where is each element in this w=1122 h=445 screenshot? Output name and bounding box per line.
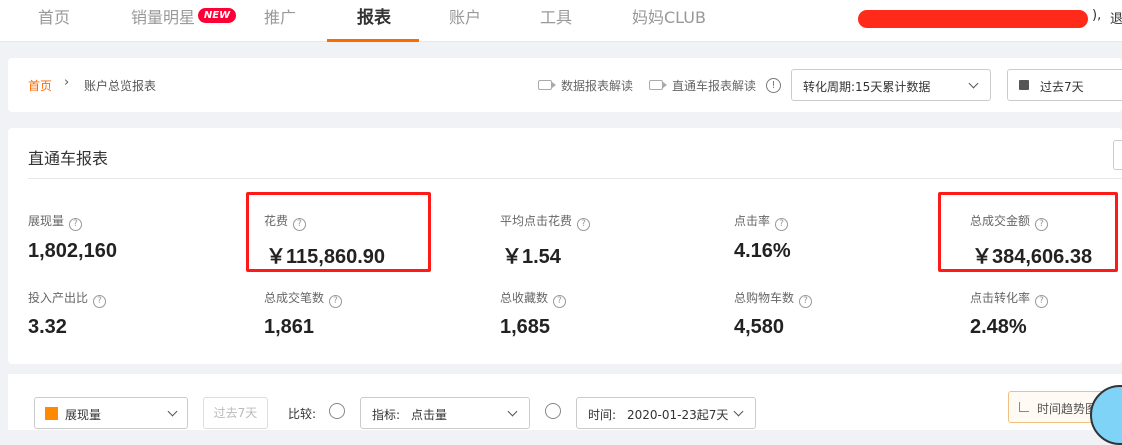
metric-value-click-conversion: 2.48% [970, 316, 1027, 338]
chevron-down-icon [733, 406, 744, 417]
divider [28, 178, 1122, 179]
nav-item-tools[interactable]: 工具 [540, 0, 572, 42]
conversion-period-select[interactable]: 转化周期:15天累计数据 [791, 69, 991, 101]
chart-controls: 展现量 过去7天 比较: 指标: 点击量 时间: 2020-01-23起7天 时… [8, 374, 1122, 430]
ztc-report-guide-link[interactable]: 直通车报表解读 [672, 77, 756, 94]
metric-select-value: 展现量 [65, 408, 102, 422]
metric-value-ctr: 4.16% [734, 240, 791, 262]
video-icon [649, 80, 667, 90]
help-icon[interactable]: ? [69, 218, 83, 231]
help-icon[interactable]: ? [775, 218, 789, 231]
new-badge: NEW [198, 8, 236, 23]
metric-label-favorites: 总收藏数? [500, 289, 567, 308]
date-range-select[interactable]: 过去7天 [1007, 69, 1122, 101]
highlight-box-cost [246, 192, 431, 272]
chevron-down-icon [968, 78, 979, 89]
metric-value-roi: 3.32 [28, 316, 67, 338]
nav-item-reports[interactable]: 报表 [357, 0, 391, 42]
report-card: 直通车报表 展现量? 1,802,160 花费? ￥115,860.90 平均点… [8, 128, 1122, 364]
metric-value-orders: 1,861 [264, 316, 315, 338]
metric-label-cart: 总购物车数? [734, 289, 813, 308]
metric-value-favorites: 1,685 [500, 316, 551, 338]
metric-value-cart: 4,580 [734, 316, 785, 338]
series-color-swatch [45, 407, 58, 420]
help-icon[interactable]: ? [553, 295, 567, 308]
info-icon[interactable]: ! [766, 78, 781, 93]
redacted-username [858, 10, 1088, 28]
conversion-period-value: 转化周期:15天累计数据 [803, 80, 931, 94]
indicator-value: 点击量 [411, 408, 448, 422]
nav-item-promotion[interactable]: 推广 [264, 0, 296, 42]
metric-label-orders: 总成交笔数? [264, 289, 343, 308]
metric-value-avg-click-cost: ￥1.54 [502, 246, 561, 268]
user-tail-text: ), [1092, 8, 1102, 23]
nav-item-sales-star[interactable]: 销量明星 [131, 0, 195, 42]
metric-label-roi: 投入产出比? [28, 289, 107, 308]
logout-link[interactable]: 退 [1110, 8, 1122, 27]
indicator-prefix: 指标: [372, 408, 401, 422]
video-icon [538, 80, 556, 90]
time-prefix: 时间: [588, 408, 617, 422]
compare-radio-time[interactable] [545, 403, 561, 419]
data-report-guide-link[interactable]: 数据报表解读 [561, 77, 633, 94]
nav-item-account[interactable]: 账户 [449, 0, 481, 42]
help-icon[interactable]: ? [799, 295, 813, 308]
metric-value-impressions: 1,802,160 [28, 240, 117, 262]
indicator-select[interactable]: 指标: 点击量 [360, 397, 530, 429]
time-select[interactable]: 时间: 2020-01-23起7天 [576, 397, 756, 429]
help-icon[interactable]: ? [577, 218, 591, 231]
chevron-down-icon [507, 406, 518, 417]
compare-label: 比较: [288, 407, 317, 421]
calendar-icon [1019, 80, 1029, 90]
line-chart-icon [1019, 402, 1029, 412]
top-navigation: 首页 销量明星 NEW 推广 报表 账户 工具 妈妈CLUB ), 退 [0, 0, 1122, 42]
time-value: 2020-01-23起7天 [627, 408, 729, 422]
breadcrumb-separator: › [64, 75, 70, 90]
time-trend-label: 时间趋势图 [1037, 402, 1098, 416]
help-icon[interactable]: ? [93, 295, 107, 308]
date-range-value: 过去7天 [1040, 80, 1084, 94]
metric-label-impressions: 展现量? [28, 212, 83, 231]
range-button[interactable]: 过去7天 [203, 397, 268, 429]
metric-label-avg-click-cost: 平均点击花费? [500, 212, 591, 231]
nav-item-mama-club[interactable]: 妈妈CLUB [632, 0, 706, 42]
card-action-button[interactable] [1113, 140, 1122, 170]
chevron-down-icon [167, 406, 178, 417]
compare-radio-indicator[interactable] [329, 403, 345, 419]
metric-label-ctr: 点击率? [734, 212, 789, 231]
breadcrumb-bar: 首页 › 账户总览报表 数据报表解读 直通车报表解读 ! 转化周期:15天累计数… [8, 58, 1122, 112]
breadcrumb-home[interactable]: 首页 [28, 77, 52, 94]
help-icon[interactable]: ? [1035, 295, 1049, 308]
highlight-box-gmv [938, 192, 1118, 272]
metric-label-click-conversion: 点击转化率? [970, 289, 1049, 308]
nav-item-home[interactable]: 首页 [38, 0, 70, 42]
breadcrumb-current: 账户总览报表 [84, 79, 157, 93]
metric-select[interactable]: 展现量 [34, 397, 188, 429]
active-tab-underline [327, 39, 419, 42]
card-title: 直通车报表 [28, 149, 109, 168]
help-icon[interactable]: ? [329, 295, 343, 308]
